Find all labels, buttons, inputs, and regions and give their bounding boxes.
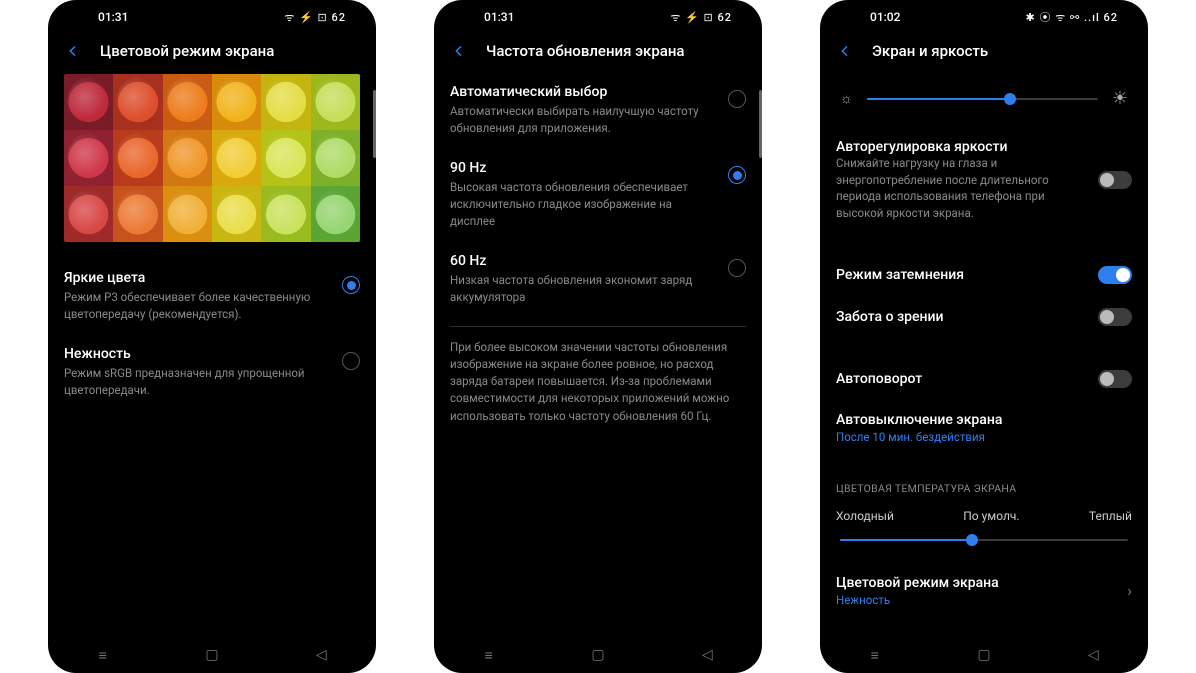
- content: ☼ ☀ Авторегулировка яркости Снижайте наг…: [820, 74, 1148, 619]
- radio-icon[interactable]: [728, 166, 746, 184]
- content: Яркие цвета Режим P3 обеспечивает более …: [48, 74, 376, 413]
- slider-thumb-icon[interactable]: [966, 534, 978, 546]
- back-icon[interactable]: [64, 42, 82, 60]
- toggle[interactable]: [1098, 171, 1132, 189]
- row-eye-care[interactable]: Забота о зрении: [836, 296, 1132, 338]
- option-desc: Режим P3 обеспечивает более качественную…: [64, 289, 330, 322]
- navbar: ≡ ▢ ◁: [820, 637, 1148, 673]
- status-icons: ᯤ ⚡ ⊡ 62: [284, 10, 346, 25]
- toggle[interactable]: [1098, 370, 1132, 388]
- slider-fill: [867, 98, 1010, 100]
- toggle[interactable]: [1098, 266, 1132, 284]
- brightness-slider[interactable]: [867, 98, 1098, 100]
- toggle[interactable]: [1098, 308, 1132, 326]
- navbar: ≡ ▢ ◁: [48, 637, 376, 673]
- status-time: 01:31: [98, 10, 128, 24]
- option-title: Нежность: [64, 346, 330, 362]
- brightness-row: ☼ ☀: [836, 74, 1132, 127]
- back-icon[interactable]: [450, 42, 468, 60]
- row-title: Забота о зрении: [836, 309, 944, 325]
- row-dark-mode[interactable]: Режим затемнения: [836, 254, 1132, 296]
- color-preview-image: [64, 74, 360, 242]
- option-desc: Режим sRGB предназначен для упрощенной ц…: [64, 365, 330, 398]
- option-60hz[interactable]: 60 Hz Низкая частота обновления экономит…: [450, 243, 746, 319]
- chevron-right-icon: ›: [1127, 581, 1132, 600]
- nav-recent-icon[interactable]: ≡: [478, 647, 500, 664]
- option-title: Яркие цвета: [64, 270, 330, 286]
- slider-fill: [840, 539, 972, 541]
- nav-home-icon[interactable]: ▢: [973, 647, 995, 663]
- header: Экран и яркость: [820, 34, 1148, 74]
- content: Автоматический выбор Автоматически выбир…: [434, 74, 762, 427]
- divider: [450, 326, 746, 327]
- option-title: 60 Hz: [450, 253, 716, 269]
- status-bar: 01:31 ᯤ ⚡ ⊡ 62: [48, 0, 376, 34]
- nav-back-icon[interactable]: ◁: [1082, 647, 1104, 663]
- option-gentle[interactable]: Нежность Режим sRGB предназначен для упр…: [64, 336, 360, 412]
- row-title: Авторегулировка яркости: [836, 139, 1086, 155]
- navbar: ≡ ▢ ◁: [434, 637, 762, 673]
- nav-back-icon[interactable]: ◁: [310, 647, 332, 663]
- header: Цветовой режим экрана: [48, 34, 376, 74]
- row-color-mode[interactable]: Цветовой режим экрана Нежность ›: [836, 563, 1132, 619]
- footnote: При более высоком значении частоты обнов…: [450, 337, 746, 427]
- row-desc: Снижайте нагрузку на глаза и энергопотре…: [836, 155, 1086, 222]
- scrollbar[interactable]: [759, 90, 762, 158]
- status-bar: 01:02 ✱ ⦿ ᯤ ⚯ ..ıl 62: [820, 0, 1148, 34]
- option-title: 90 Hz: [450, 160, 716, 176]
- row-title: Режим затемнения: [836, 267, 964, 283]
- nav-home-icon[interactable]: ▢: [201, 647, 223, 663]
- phone-refresh-rate: 01:31 ᯤ ⚡ ⊡ 62 Частота обновления экрана…: [434, 0, 762, 673]
- row-auto-rotate[interactable]: Автоповорот: [836, 358, 1132, 400]
- header: Частота обновления экрана: [434, 34, 762, 74]
- scrollbar[interactable]: [373, 90, 376, 158]
- phone-color-mode: 01:31 ᯤ ⚡ ⊡ 62 Цветовой режим экрана Ярк…: [48, 0, 376, 673]
- nav-recent-icon[interactable]: ≡: [92, 647, 114, 664]
- page-title: Экран и яркость: [872, 42, 988, 60]
- back-icon[interactable]: [836, 42, 854, 60]
- brightness-high-icon: ☀: [1112, 88, 1128, 109]
- option-auto[interactable]: Автоматический выбор Автоматически выбир…: [450, 74, 746, 150]
- option-title: Автоматический выбор: [450, 84, 716, 100]
- radio-icon[interactable]: [728, 259, 746, 277]
- option-desc: Высокая частота обновления обеспечивает …: [450, 179, 716, 229]
- status-time: 01:31: [484, 10, 514, 24]
- radio-icon[interactable]: [728, 90, 746, 108]
- row-auto-brightness[interactable]: Авторегулировка яркости Снижайте нагрузк…: [836, 127, 1132, 234]
- slider-thumb-icon[interactable]: [1004, 93, 1016, 105]
- temp-cold-label: Холодный: [836, 509, 894, 523]
- color-temp-slider[interactable]: [840, 539, 1128, 541]
- radio-icon[interactable]: [342, 352, 360, 370]
- nav-back-icon[interactable]: ◁: [696, 647, 718, 663]
- page-title: Цветовой режим экрана: [100, 42, 274, 60]
- row-title: Автовыключение экрана: [836, 412, 1132, 428]
- status-time: 01:02: [870, 10, 900, 24]
- row-title: Автоповорот: [836, 371, 922, 387]
- status-icons: ᯤ ⚡ ⊡ 62: [670, 10, 732, 25]
- row-auto-off[interactable]: Автовыключение экрана После 10 мин. безд…: [836, 400, 1132, 456]
- status-bar: 01:31 ᯤ ⚡ ⊡ 62: [434, 0, 762, 34]
- section-label: ЦВЕТОВАЯ ТЕМПЕРАТУРА ЭКРАНА: [836, 476, 1132, 505]
- option-desc: Автоматически выбирать наилучшую частоту…: [450, 103, 716, 136]
- nav-recent-icon[interactable]: ≡: [864, 647, 886, 664]
- row-subtitle: После 10 мин. бездействия: [836, 430, 1132, 444]
- option-90hz[interactable]: 90 Hz Высокая частота обновления обеспеч…: [450, 150, 746, 243]
- temp-warm-label: Теплый: [1089, 509, 1132, 523]
- nav-home-icon[interactable]: ▢: [587, 647, 609, 663]
- phone-display-brightness: 01:02 ✱ ⦿ ᯤ ⚯ ..ıl 62 Экран и яркость ☼ …: [820, 0, 1148, 673]
- row-subtitle: Нежность: [836, 593, 1115, 607]
- status-icons: ✱ ⦿ ᯤ ⚯ ..ıl 62: [1026, 9, 1118, 25]
- page-title: Частота обновления экрана: [486, 42, 685, 60]
- option-vivid[interactable]: Яркие цвета Режим P3 обеспечивает более …: [64, 260, 360, 336]
- option-desc: Низкая частота обновления экономит заряд…: [450, 272, 716, 305]
- radio-icon[interactable]: [342, 276, 360, 294]
- row-title: Цветовой режим экрана: [836, 575, 1115, 591]
- temp-default-label: По умолч.: [963, 509, 1019, 523]
- brightness-low-icon: ☼: [840, 90, 853, 107]
- temp-labels: Холодный По умолч. Теплый: [836, 505, 1132, 533]
